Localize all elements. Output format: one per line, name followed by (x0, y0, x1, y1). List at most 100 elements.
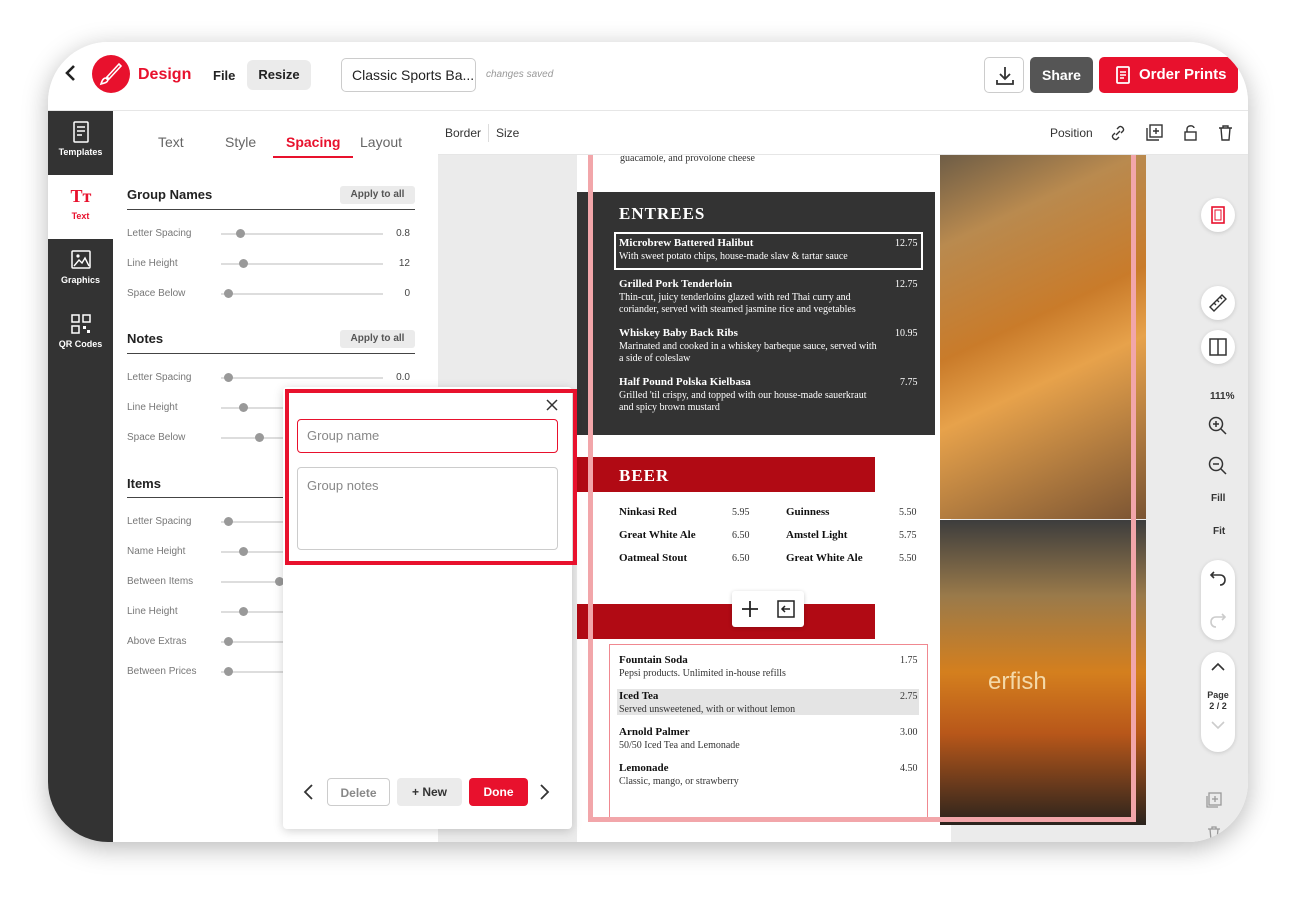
previous-icon[interactable] (302, 783, 314, 801)
nav-text[interactable]: Tт Text (48, 175, 113, 239)
entrees-section[interactable]: ENTREES Microbrew Battered Halibut 12.75… (577, 192, 935, 435)
brand-logo[interactable] (92, 55, 130, 93)
zoom-in-icon[interactable] (1208, 416, 1228, 436)
slider-knob[interactable] (224, 373, 233, 382)
drink-name: Fountain Soda (619, 654, 688, 666)
border-tool[interactable]: Border (445, 126, 481, 140)
templates-icon (72, 121, 89, 143)
position-tool[interactable]: Position (1050, 126, 1093, 140)
insert-group-icon[interactable] (777, 600, 795, 618)
slider-knob[interactable] (255, 433, 264, 442)
nav-graphics[interactable]: Graphics (48, 239, 113, 303)
left-nav: Templates Tт Text Graphics QR Codes (48, 111, 113, 842)
link-icon[interactable] (1110, 125, 1126, 141)
fill-button[interactable]: Fill (1211, 493, 1225, 504)
beer-price: 5.75 (899, 530, 917, 541)
tab-style[interactable]: Style (225, 134, 256, 150)
page-view-button[interactable] (1201, 198, 1235, 232)
ruler-button[interactable] (1201, 286, 1235, 320)
items-name-height-label: Name Height (127, 546, 186, 557)
drink-desc: Classic, mango, or strawberry (619, 776, 739, 787)
slider-knob[interactable] (224, 289, 233, 298)
gn-space-below-label: Space Below (127, 288, 186, 299)
redo-icon[interactable] (1209, 611, 1227, 629)
entree-desc: coriander, served with steamed jasmine r… (619, 304, 856, 315)
page-icon (1211, 206, 1225, 224)
back-button[interactable] (64, 64, 78, 88)
slider-knob[interactable] (236, 229, 245, 238)
qr-code-icon (70, 314, 91, 334)
section-divider (127, 353, 415, 354)
group-name-input[interactable]: Group name (297, 419, 558, 453)
zoom-out-icon[interactable] (1208, 456, 1228, 476)
fish-and-chips-photo[interactable] (940, 155, 1146, 519)
drink-name: Iced Tea (619, 690, 659, 702)
beer-glass-photo[interactable]: erfish (940, 520, 1146, 825)
drink-desc: Pepsi products. Unlimited in-house refil… (619, 668, 786, 679)
gn-line-height-slider[interactable] (221, 259, 383, 268)
delete-page-icon[interactable] (1207, 825, 1221, 841)
done-button[interactable]: Done (469, 778, 528, 806)
page-number: 2 / 2 (1209, 701, 1227, 711)
items-between-items-label: Between Items (127, 576, 194, 587)
notes-letter-spacing-value: 0.0 (396, 372, 410, 383)
apply-all-notes-button[interactable]: Apply to all (340, 330, 415, 348)
page-up-icon[interactable] (1210, 662, 1226, 672)
nav-templates[interactable]: Templates (48, 111, 113, 175)
add-page-icon[interactable] (1206, 792, 1222, 808)
items-between-prices-label: Between Prices (127, 666, 197, 677)
notes-space-below-label: Space Below (127, 432, 186, 443)
slider-knob[interactable] (224, 637, 233, 646)
beer-price: 6.50 (732, 530, 750, 541)
paintbrush-icon (99, 62, 123, 86)
nav-qr-codes[interactable]: QR Codes (48, 303, 113, 367)
page-down-icon[interactable] (1210, 720, 1226, 730)
entree-name: Whiskey Baby Back Ribs (619, 327, 738, 339)
download-button[interactable] (984, 57, 1024, 93)
document-title-input[interactable]: Classic Sports Ba... (341, 58, 476, 92)
gn-space-below-slider[interactable] (221, 289, 383, 298)
drink-price: 1.75 (900, 655, 918, 666)
delete-button[interactable]: Delete (327, 778, 390, 806)
file-menu[interactable]: File (213, 68, 235, 83)
add-icon[interactable] (741, 600, 759, 618)
entree-name: Microbrew Battered Halibut (619, 237, 754, 249)
app-window: Design File Resize Classic Sports Ba... … (48, 42, 1248, 842)
fit-button[interactable]: Fit (1213, 526, 1225, 537)
tab-spacing[interactable]: Spacing (273, 134, 354, 158)
divider (488, 124, 489, 142)
duplicate-icon[interactable] (1146, 124, 1163, 141)
drink-price: 2.75 (900, 691, 918, 702)
next-icon[interactable] (539, 783, 551, 801)
beer-title: BEER (619, 466, 670, 485)
beer-price: 5.95 (732, 507, 750, 518)
entree-name: Grilled Pork Tenderloin (619, 278, 733, 290)
group-notes-input[interactable]: Group notes (297, 467, 558, 550)
slider-knob[interactable] (239, 403, 248, 412)
close-icon[interactable] (545, 398, 559, 412)
undo-icon[interactable] (1209, 569, 1227, 587)
page-label: Page (1207, 690, 1229, 700)
size-tool[interactable]: Size (496, 126, 519, 140)
resize-button[interactable]: Resize (247, 60, 311, 90)
tab-layout[interactable]: Layout (360, 134, 402, 150)
new-group-button[interactable]: + New (397, 778, 462, 806)
tab-text[interactable]: Text (158, 134, 184, 150)
slider-knob[interactable] (224, 667, 233, 676)
drink-desc: 50/50 Iced Tea and Lemonade (619, 740, 740, 751)
trash-icon[interactable] (1218, 124, 1233, 141)
gn-line-height-label: Line Height (127, 258, 178, 269)
layout-columns-button[interactable] (1201, 330, 1235, 364)
unlock-icon[interactable] (1183, 124, 1198, 141)
notes-letter-spacing-slider[interactable] (221, 373, 383, 382)
gn-letter-spacing-slider[interactable] (221, 229, 383, 238)
share-button[interactable]: Share (1030, 57, 1093, 93)
slider-knob[interactable] (239, 607, 248, 616)
slider-knob[interactable] (224, 517, 233, 526)
order-prints-button[interactable]: Order Prints (1099, 57, 1238, 93)
slider-knob[interactable] (239, 259, 248, 268)
items-above-extras-label: Above Extras (127, 636, 187, 647)
slider-knob[interactable] (239, 547, 248, 556)
apply-all-group-names-button[interactable]: Apply to all (340, 186, 415, 204)
group-names-heading: Group Names (127, 187, 213, 202)
